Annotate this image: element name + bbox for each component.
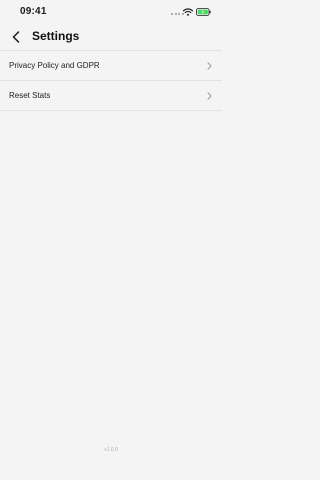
privacy-policy-item[interactable]: Privacy Policy and GDPR bbox=[0, 51, 222, 81]
back-arrow-icon bbox=[12, 31, 20, 43]
signal-icon bbox=[171, 13, 184, 15]
status-bar: 09:41 bbox=[0, 0, 222, 24]
chevron-right-icon bbox=[207, 91, 212, 100]
back-button[interactable] bbox=[6, 27, 26, 47]
battery-icon bbox=[196, 8, 211, 16]
app-version: v1.0.0 bbox=[104, 447, 118, 453]
chevron-right-icon bbox=[207, 61, 212, 70]
status-time: 09:41 bbox=[20, 6, 47, 17]
list-item-label: Privacy Policy and GDPR bbox=[9, 61, 100, 70]
settings-list: Privacy Policy and GDPR Reset Stats bbox=[0, 50, 222, 111]
wifi-icon bbox=[183, 8, 193, 16]
navigation-bar: Settings bbox=[0, 24, 222, 50]
list-item-label: Reset Stats bbox=[9, 91, 51, 100]
reset-stats-item[interactable]: Reset Stats bbox=[0, 81, 222, 111]
page-title: Settings bbox=[32, 29, 80, 43]
